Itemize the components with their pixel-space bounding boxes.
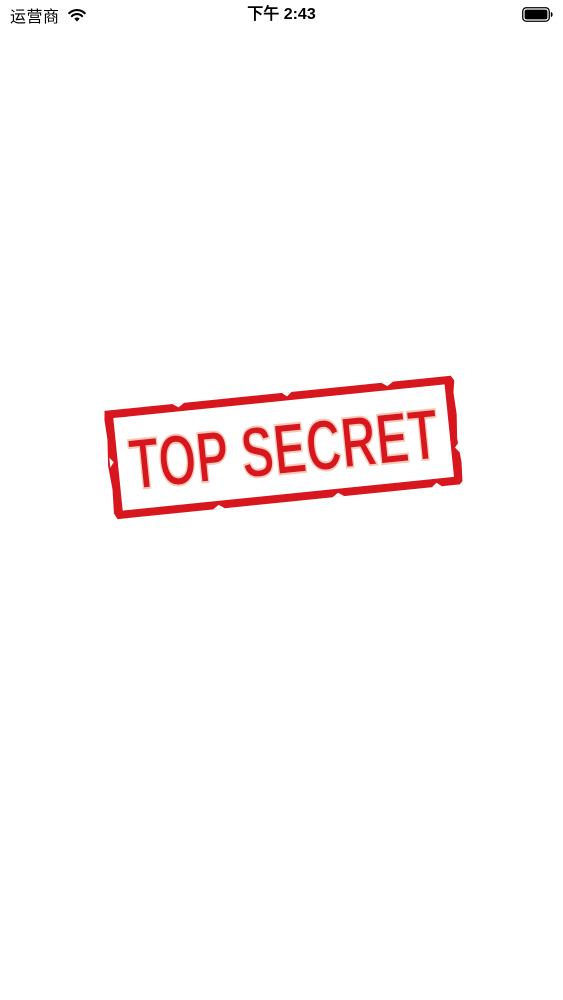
battery-full-icon [522, 7, 553, 22]
top-secret-stamp-graphic: TOP SECRET [104, 375, 463, 520]
top-secret-stamp: TOP SECRET [97, 360, 470, 532]
main-content: TOP SECRET [0, 30, 563, 1000]
status-time: 下午 2:43 [247, 6, 316, 23]
status-bar: 运营商 下午 2:43 [0, 0, 563, 30]
